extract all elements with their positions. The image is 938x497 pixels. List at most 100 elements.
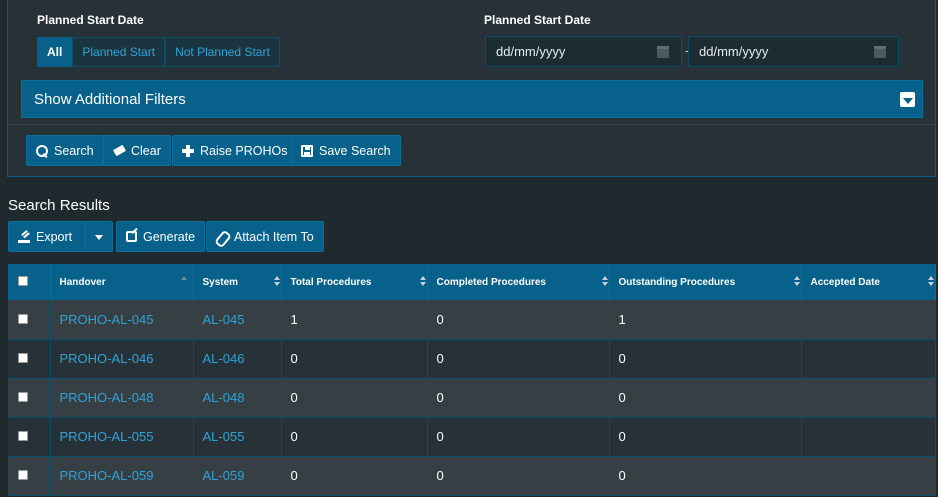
- table-row: PROHO-AL-059 AL-059 0 0 0: [8, 456, 936, 496]
- outstanding-procedures-cell: 0: [609, 417, 802, 457]
- attach-item-button-label: Attach Item To: [234, 229, 314, 244]
- column-header-system[interactable]: System: [193, 264, 282, 300]
- column-label: System: [202, 276, 239, 288]
- row-select-cell: [8, 378, 51, 418]
- show-additional-filters-toggle[interactable]: Show Additional Filters: [21, 80, 923, 118]
- row-select-cell: [8, 417, 51, 457]
- handover-link[interactable]: PROHO-AL-059: [60, 468, 154, 483]
- eraser-icon: [113, 145, 125, 157]
- row-select-cell: [8, 300, 51, 340]
- completed-procedures-cell: 0: [427, 456, 610, 496]
- outstanding-procedures-cell: 0: [609, 378, 802, 418]
- planned-start-segmented-control: All Planned Start Not Planned Start: [37, 37, 280, 67]
- select-all-header: [8, 264, 51, 300]
- handover-link[interactable]: PROHO-AL-046: [60, 351, 154, 366]
- column-label: Total Procedures: [290, 276, 372, 288]
- column-header-handover[interactable]: Handover: [50, 264, 194, 300]
- row-select-cell: [8, 456, 51, 496]
- paperclip-icon: [216, 231, 228, 243]
- date-to-input[interactable]: dd/mm/yyyy: [688, 36, 899, 67]
- handover-link[interactable]: PROHO-AL-048: [60, 390, 154, 405]
- column-header-total-procedures[interactable]: Total Procedures: [281, 264, 428, 300]
- column-header-accepted-date[interactable]: Accepted Date: [801, 264, 936, 300]
- search-button[interactable]: Search: [26, 135, 104, 166]
- column-label: Outstanding Procedures: [618, 276, 736, 288]
- save-search-button[interactable]: Save Search: [291, 135, 401, 166]
- completed-procedures-cell: 0: [427, 417, 610, 457]
- results-table: Handover System Total Procedures Complet…: [8, 264, 936, 496]
- chevron-down-icon[interactable]: [900, 92, 915, 107]
- handover-cell: PROHO-AL-059: [50, 456, 194, 496]
- table-row: PROHO-AL-046 AL-046 0 0 0: [8, 339, 936, 379]
- system-link[interactable]: AL-045: [203, 312, 245, 327]
- row-select-cell: [8, 339, 51, 379]
- row-checkbox[interactable]: [18, 470, 28, 480]
- handover-cell: PROHO-AL-046: [50, 339, 194, 379]
- row-checkbox[interactable]: [18, 353, 28, 363]
- accepted-date-cell: [801, 339, 936, 379]
- completed-procedures-cell: 0: [427, 300, 610, 340]
- handover-cell: PROHO-AL-045: [50, 300, 194, 340]
- external-link-icon: [126, 231, 137, 242]
- column-header-outstanding-procedures[interactable]: Outstanding Procedures: [609, 264, 802, 300]
- table-row: PROHO-AL-045 AL-045 1 0 1: [8, 300, 936, 340]
- handover-link[interactable]: PROHO-AL-055: [60, 429, 154, 444]
- segment-all[interactable]: All: [37, 37, 73, 67]
- date-from-placeholder: dd/mm/yyyy: [496, 44, 566, 59]
- handover-link[interactable]: PROHO-AL-045: [60, 312, 154, 327]
- row-checkbox[interactable]: [18, 392, 28, 402]
- table-row: PROHO-AL-048 AL-048 0 0 0: [8, 378, 936, 418]
- system-cell: AL-059: [193, 456, 282, 496]
- date-from-input[interactable]: dd/mm/yyyy: [485, 36, 682, 67]
- attach-item-button[interactable]: Attach Item To: [206, 221, 324, 252]
- calendar-icon[interactable]: [874, 46, 886, 58]
- column-label: Completed Procedures: [436, 276, 546, 288]
- segment-not-planned-start[interactable]: Not Planned Start: [165, 37, 280, 67]
- system-cell: AL-046: [193, 339, 282, 379]
- generate-button[interactable]: Generate: [116, 221, 206, 252]
- system-cell: AL-045: [193, 300, 282, 340]
- total-procedures-cell: 0: [281, 417, 428, 457]
- system-link[interactable]: AL-048: [203, 390, 245, 405]
- divider: [8, 124, 935, 125]
- handover-cell: PROHO-AL-055: [50, 417, 194, 457]
- save-icon: [301, 144, 313, 157]
- export-icon: [18, 231, 30, 243]
- outstanding-procedures-cell: 1: [609, 300, 802, 340]
- accepted-date-cell: [801, 378, 936, 418]
- completed-procedures-cell: 0: [427, 339, 610, 379]
- planned-start-filter-label: Planned Start Date: [37, 13, 144, 27]
- column-header-completed-procedures[interactable]: Completed Procedures: [427, 264, 610, 300]
- system-link[interactable]: AL-055: [203, 429, 245, 444]
- accepted-date-cell: [801, 417, 936, 457]
- total-procedures-cell: 1: [281, 300, 428, 340]
- generate-button-label: Generate: [143, 229, 196, 244]
- row-checkbox[interactable]: [18, 313, 28, 324]
- planned-start-date-range-label: Planned Start Date: [484, 13, 591, 27]
- raise-prohos-button[interactable]: Raise PROHOs: [172, 135, 298, 166]
- outstanding-procedures-cell: 0: [609, 339, 802, 379]
- filter-panel: Planned Start Date All Planned Start Not…: [7, 0, 936, 177]
- system-link[interactable]: AL-046: [203, 351, 245, 366]
- row-checkbox[interactable]: [18, 431, 28, 441]
- save-search-button-label: Save Search: [319, 143, 391, 158]
- total-procedures-cell: 0: [281, 378, 428, 418]
- outstanding-procedures-cell: 0: [609, 456, 802, 496]
- column-label: Accepted Date: [810, 276, 880, 288]
- select-all-checkbox[interactable]: [18, 275, 28, 286]
- accepted-date-cell: [801, 456, 936, 496]
- system-link[interactable]: AL-059: [203, 468, 245, 483]
- plus-icon: [182, 144, 194, 157]
- clear-button-label: Clear: [131, 143, 161, 158]
- export-button-label: Export: [36, 229, 73, 244]
- table-row: PROHO-AL-055 AL-055 0 0 0: [8, 417, 936, 457]
- raise-prohos-button-label: Raise PROHOs: [200, 143, 288, 158]
- system-cell: AL-048: [193, 378, 282, 418]
- segment-planned-start[interactable]: Planned Start: [72, 37, 166, 67]
- chevron-down-icon[interactable]: [95, 235, 103, 240]
- clear-button[interactable]: Clear: [103, 135, 171, 166]
- calendar-icon[interactable]: [657, 46, 669, 58]
- export-split-button[interactable]: Export: [8, 221, 113, 252]
- total-procedures-cell: 0: [281, 339, 428, 379]
- split-divider: [85, 222, 86, 251]
